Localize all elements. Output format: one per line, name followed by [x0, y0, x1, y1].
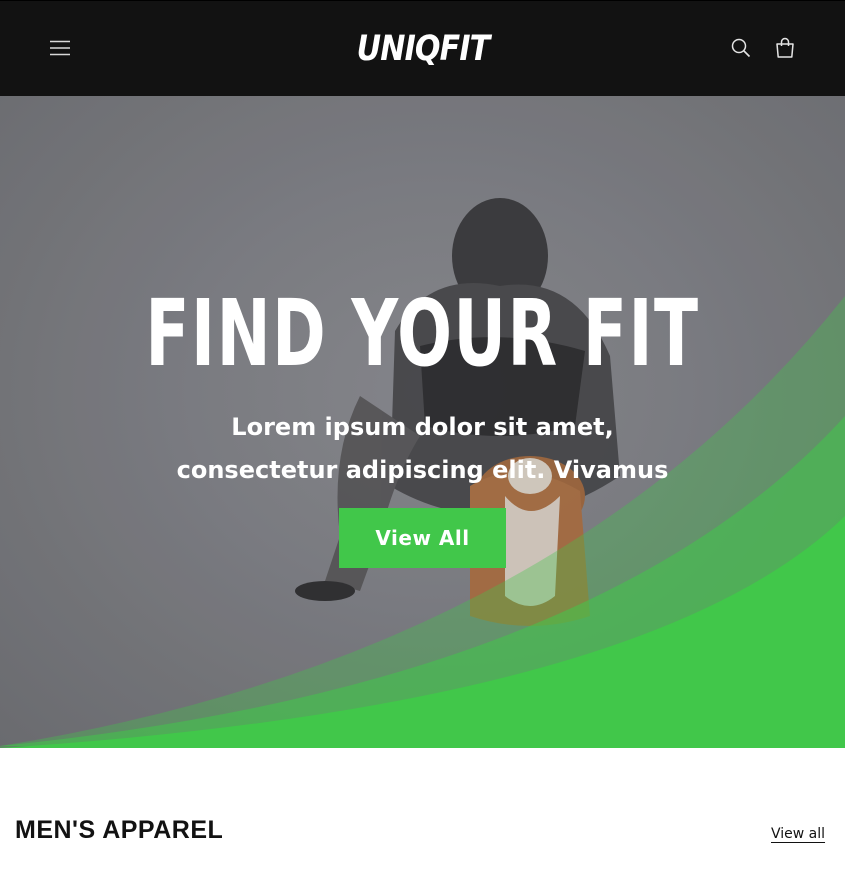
view-all-button[interactable]: View All [339, 508, 506, 568]
collection-title: MEN'S APPAREL [15, 816, 224, 844]
collection-view-all-link[interactable]: View all [771, 826, 825, 842]
hero-subtitle: Lorem ipsum dolor sit amet, consectetur … [176, 413, 669, 484]
search-button[interactable] [721, 28, 761, 68]
menu-icon [50, 40, 70, 56]
cart-icon [776, 37, 794, 58]
hero-title: FIND YOUR FIT [145, 280, 700, 387]
site-logo[interactable]: UNIQFIT [357, 27, 491, 71]
site-header: UNIQFIT [0, 0, 845, 96]
menu-button[interactable] [40, 28, 80, 68]
cart-button[interactable] [765, 28, 805, 68]
search-icon [731, 38, 751, 58]
hero-banner: FIND YOUR FIT Lorem ipsum dolor sit amet… [0, 96, 845, 748]
